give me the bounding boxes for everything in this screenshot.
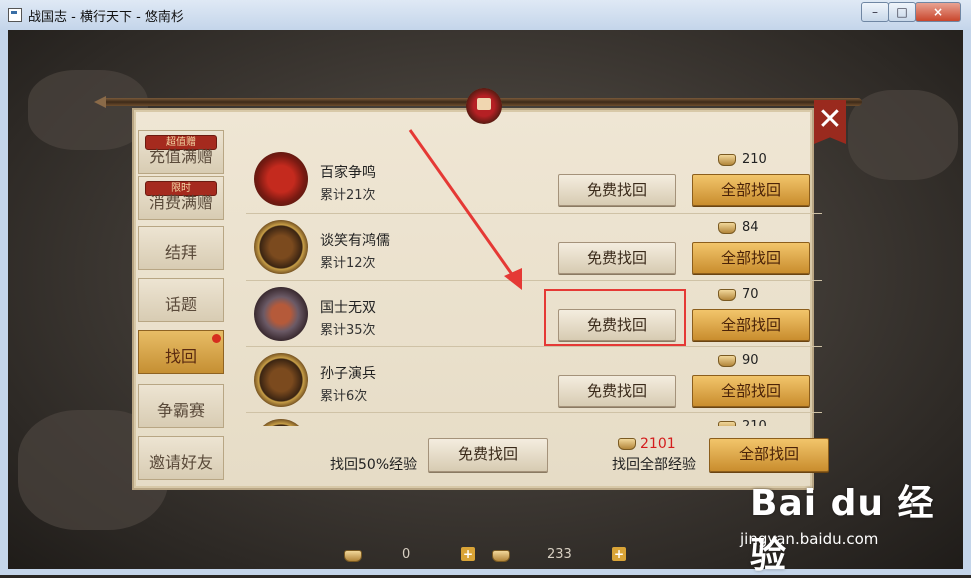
total-cost: 2101 bbox=[618, 436, 676, 452]
baidu-watermark: Bai du 经验 jingyan.baidu.com bbox=[740, 474, 971, 578]
add-silver-button[interactable]: + bbox=[612, 547, 626, 561]
add-gold-button[interactable]: + bbox=[461, 547, 475, 561]
exp-50-label: 找回50%经验 bbox=[330, 457, 418, 473]
gold-ingot-icon bbox=[344, 550, 362, 562]
watermark-url: jingyan.baidu.com bbox=[740, 530, 879, 548]
highlight-box bbox=[544, 289, 686, 346]
total-cost-value: 2101 bbox=[640, 436, 676, 452]
gold-amount: 0 bbox=[402, 547, 411, 562]
all-retrieve-exp-button[interactable]: 全部找回 bbox=[709, 438, 829, 472]
free-retrieve-exp-button[interactable]: 免费找回 bbox=[428, 438, 548, 472]
silver-ingot-icon bbox=[492, 550, 510, 562]
watermark-brand: Bai du 经验 bbox=[750, 483, 935, 576]
ingot-icon bbox=[618, 438, 636, 450]
exp-all-label: 找回全部经验 bbox=[612, 457, 696, 473]
silver-amount: 233 bbox=[547, 547, 572, 562]
